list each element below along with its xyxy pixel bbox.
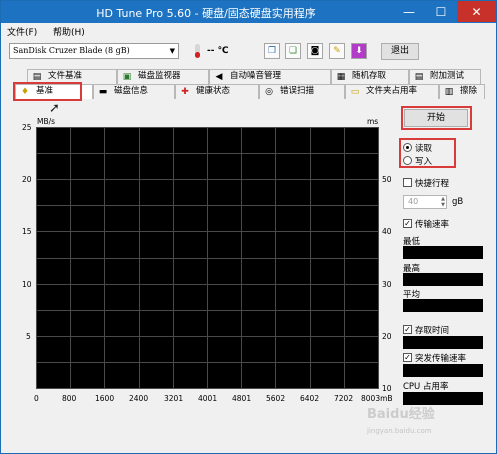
transfer-rate-label: 传输速率 (415, 220, 450, 230)
access-time-checkbox[interactable]: ✓ (403, 325, 412, 334)
toolbar: SanDisk Cruzer Blade (8 gB) ▼ -- ℃ ❐ ❏ ◙… (1, 39, 496, 65)
left-tick-label: 20 (22, 175, 32, 184)
maximize-button[interactable]: ☐ (426, 1, 456, 22)
tab-aam[interactable]: ◀ 自动噪音管理 (209, 69, 331, 84)
access-time-value-box (403, 336, 483, 349)
x-tick-label: 0 (34, 394, 39, 403)
camera-icon: ◙ (310, 46, 320, 56)
minimize-button[interactable]: — (394, 1, 424, 22)
app-window: HD Tune Pro 5.60 - 硬盘/固态硬盘实用程序 — ☐ ✕ 文件(… (0, 0, 497, 454)
watermark-subtext: jingyan.baidu.com (367, 427, 432, 435)
avg-value-box (403, 299, 483, 312)
highlight-read-write (399, 138, 456, 168)
cpu-usage-label: CPU 占用率 (403, 382, 449, 392)
burst-rate-value-box (403, 364, 483, 377)
copy-button[interactable]: ❐ (264, 43, 280, 59)
watermark-text: Baidu经验 (367, 407, 435, 422)
chart-grid (36, 127, 379, 389)
left-tick-label: 10 (22, 280, 32, 289)
tab-folder-usage[interactable]: ▭ 文件夹占用率 (345, 84, 439, 99)
disk-icon: ▬ (98, 87, 108, 97)
spinner-arrows-icon[interactable]: ▲ ▼ (441, 196, 445, 208)
menu-file[interactable]: 文件(F) (7, 25, 37, 38)
quick-test-size-value: 40 (408, 197, 419, 206)
x-tick-label: 2400 (129, 394, 149, 403)
quick-test-unit: gB (452, 197, 464, 207)
tab-disk-info[interactable]: ▬ 磁盘信息 (93, 84, 175, 99)
right-tick-label: 50 (382, 175, 392, 184)
benchmark-chart (36, 127, 379, 389)
tab-erase[interactable]: ▥ 擦除 (439, 84, 485, 99)
speaker-icon: ◀ (215, 72, 223, 82)
tools-icon: ✎ (333, 46, 341, 56)
x-tick-label: 5602 (266, 394, 286, 403)
watermark: Baidu经验 jingyan.baidu.com (367, 407, 493, 451)
x-tick-label: 3201 (164, 394, 184, 403)
burst-rate-checkbox[interactable]: ✓ (403, 353, 412, 362)
tab-random-access[interactable]: ▦ 随机存取 (331, 69, 409, 84)
burst-rate-label: 突发传输速率 (415, 354, 467, 364)
monitor-icon: ▣ (122, 72, 132, 82)
list-icon: ▤ (414, 72, 424, 82)
tab-health[interactable]: ✚ 健康状态 (175, 84, 259, 99)
max-value-box (403, 273, 483, 286)
transfer-rate-checkbox[interactable]: ✓ (403, 219, 412, 228)
x-tick-label: 4001 (198, 394, 218, 403)
right-tick-label: 10 (382, 384, 392, 393)
options-button[interactable]: ✎ (329, 43, 345, 59)
access-time-label: 存取时间 (415, 326, 450, 336)
window-title: HD Tune Pro 5.60 - 硬盘/固态硬盘实用程序 (96, 7, 316, 20)
menu-bar: 文件(F) 帮助(H) (1, 23, 496, 39)
copy-icon: ❐ (267, 46, 277, 56)
trash-icon: ▥ (444, 87, 454, 97)
left-tick-label: 25 (22, 123, 32, 132)
temperature-readout: -- ℃ (207, 46, 229, 56)
screenshot-button[interactable]: ◙ (307, 43, 323, 59)
drive-select[interactable]: SanDisk Cruzer Blade (8 gB) ▼ (9, 43, 179, 59)
download-icon: ⬇ (355, 46, 363, 56)
highlight-start-button (401, 106, 472, 130)
quick-test-checkbox[interactable] (403, 178, 412, 187)
paste-button[interactable]: ❏ (285, 43, 301, 59)
title-bar: HD Tune Pro 5.60 - 硬盘/固态硬盘实用程序 — ☐ ✕ (1, 1, 496, 23)
folder-icon: ▭ (350, 87, 360, 97)
right-axis-unit: ms (367, 117, 379, 126)
drive-select-value: SanDisk Cruzer Blade (8 gB) (13, 46, 130, 55)
grid-icon: ▦ (336, 72, 346, 82)
min-value-box (403, 246, 483, 259)
chevron-down-icon: ▼ (169, 47, 175, 55)
magnifier-icon: ◎ (265, 87, 273, 97)
paste-icon: ❏ (288, 46, 298, 56)
exit-button[interactable]: 退出 (381, 43, 419, 60)
x-tick-label: 7202 (334, 394, 354, 403)
tab-extra-tests[interactable]: ▤ 附加测试 (409, 69, 481, 84)
x-tick-label: 4801 (232, 394, 252, 403)
x-tick-label: 800 (62, 394, 77, 403)
quick-test-label: 快捷行程 (415, 179, 450, 189)
health-cross-icon: ✚ (181, 87, 189, 97)
left-tick-label: 15 (22, 227, 32, 236)
left-tick-label: 5 (26, 332, 31, 341)
highlight-benchmark-tab (13, 82, 82, 101)
x-tick-label: 6402 (300, 394, 320, 403)
mouse-cursor-icon: ➚ (49, 101, 60, 116)
right-tick-label: 30 (382, 280, 392, 289)
tab-error-scan[interactable]: ◎ 错误扫描 (259, 84, 345, 99)
left-axis-unit: MB/s (37, 117, 56, 126)
save-button[interactable]: ⬇ (351, 43, 367, 59)
right-tick-label: 40 (382, 227, 392, 236)
quick-test-size-input[interactable]: 40 ▲ ▼ (403, 195, 447, 209)
thermometer-icon (195, 44, 200, 58)
close-button[interactable]: ✕ (457, 1, 496, 22)
x-tick-label: 8003mB (361, 394, 393, 403)
tab-disk-monitor[interactable]: ▣ 磁盘监视器 (117, 69, 209, 84)
right-tick-label: 20 (382, 332, 392, 341)
cpu-usage-value-box (403, 392, 483, 405)
x-tick-label: 1600 (95, 394, 115, 403)
menu-help[interactable]: 帮助(H) (53, 25, 85, 38)
